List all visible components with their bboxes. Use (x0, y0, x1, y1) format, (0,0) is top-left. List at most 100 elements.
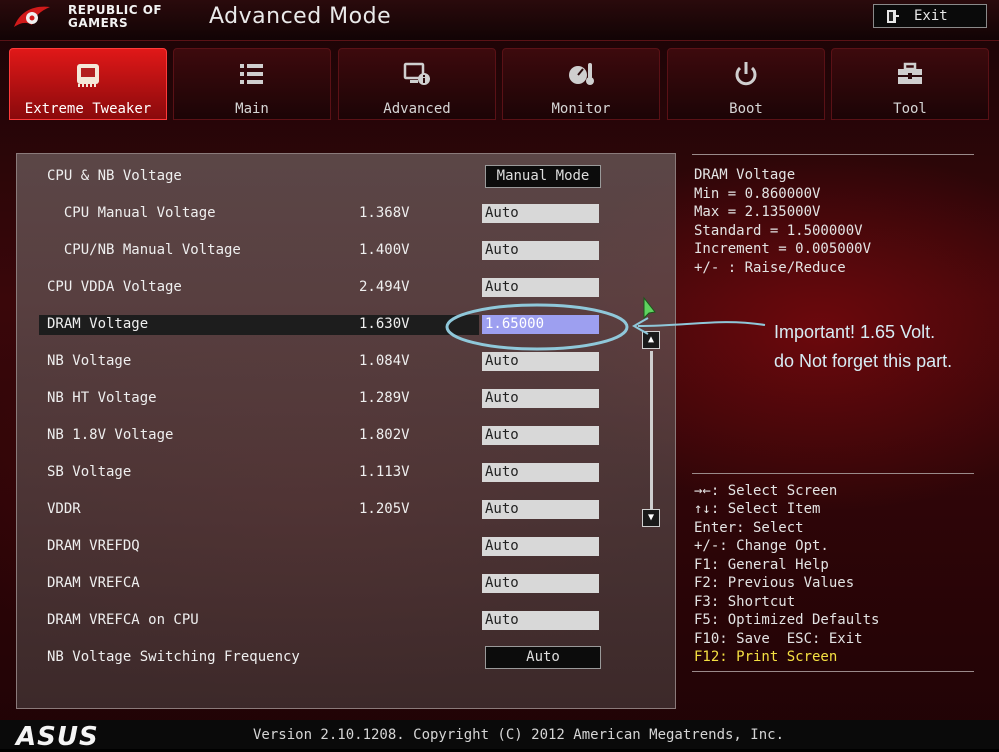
setting-row-cpu-nb-voltage[interactable]: CPU & NB Voltage Manual Mode (17, 165, 657, 190)
tab-advanced[interactable]: Advanced (338, 48, 496, 120)
setting-label: CPU Manual Voltage (47, 205, 216, 221)
tab-main[interactable]: Main (173, 48, 331, 120)
help-divider (692, 154, 974, 155)
scroll-track[interactable] (650, 351, 653, 511)
setting-input[interactable]: Auto (482, 204, 599, 223)
setting-label: NB 1.8V Voltage (47, 427, 174, 443)
setting-label: CPU/NB Manual Voltage (47, 242, 241, 258)
key-hint: Enter: Select (694, 520, 804, 536)
setting-current-value: 1.205V (359, 501, 410, 517)
tab-label: Main (235, 101, 269, 117)
key-hint: F1: General Help (694, 557, 829, 573)
setting-label: NB Voltage (47, 353, 132, 369)
setting-label: NB Voltage Switching Frequency (47, 649, 300, 665)
key-hint: →←: Select Screen (694, 483, 838, 499)
nb-switching-frequency-button[interactable]: Auto (485, 646, 601, 669)
help-divider (692, 671, 974, 672)
exit-door-icon (886, 9, 900, 28)
setting-row[interactable]: DRAM VREFDQ Auto (17, 537, 657, 560)
help-divider (692, 473, 974, 474)
setting-input[interactable]: Auto (482, 389, 599, 408)
setting-input[interactable]: Auto (482, 352, 599, 371)
setting-input[interactable]: Auto (482, 574, 599, 593)
gauge-thermometer-icon (503, 59, 659, 89)
tab-tool[interactable]: Tool (831, 48, 989, 120)
setting-input[interactable]: Auto (482, 426, 599, 445)
tab-label: Extreme Tweaker (24, 101, 152, 117)
version-text: Version 2.10.1208. Copyright (C) 2012 Am… (253, 727, 785, 743)
setting-row[interactable]: CPU/NB Manual Voltage 1.400V Auto (17, 241, 657, 264)
help-line: Min = 0.860000V (694, 186, 821, 202)
ram-chip-icon (10, 59, 166, 89)
setting-row-dram-voltage[interactable]: DRAM Voltage 1.630V 1.65000 (17, 315, 657, 338)
setting-current-value: 1.289V (359, 390, 410, 406)
setting-input[interactable]: Auto (482, 241, 599, 260)
setting-current-value: 1.802V (359, 427, 410, 443)
setting-current-value: 2.494V (359, 279, 410, 295)
setting-label: NB HT Voltage (47, 390, 157, 406)
settings-panel: CPU & NB Voltage Manual Mode CPU Manual … (16, 153, 676, 709)
brand-line-2: GAMERS (68, 16, 129, 30)
exit-button[interactable]: Exit (873, 4, 987, 28)
setting-input[interactable]: Auto (482, 537, 599, 556)
setting-current-value: 1.113V (359, 464, 410, 480)
settings-scrollbar[interactable]: ▲ ▼ (641, 331, 661, 531)
setting-label: CPU & NB Voltage (47, 168, 182, 184)
power-icon (668, 59, 824, 89)
help-line: +/- : Raise/Reduce (694, 260, 846, 276)
main-tabs: Extreme Tweaker Main Advanced Monitor Bo… (0, 46, 999, 122)
setting-row[interactable]: NB 1.8V Voltage 1.802V Auto (17, 426, 657, 449)
key-hint: F10: Save ESC: Exit (694, 631, 863, 647)
asus-logo: ASUS (16, 722, 99, 752)
setting-input[interactable]: Auto (482, 463, 599, 482)
tab-label: Monitor (551, 101, 611, 117)
setting-row[interactable]: NB HT Voltage 1.289V Auto (17, 389, 657, 412)
setting-row[interactable]: NB Voltage 1.084V Auto (17, 352, 657, 375)
rog-logo-icon (14, 6, 50, 27)
list-icon (174, 59, 330, 89)
setting-current-value: 1.368V (359, 205, 410, 221)
setting-current-value: 1.084V (359, 353, 410, 369)
tab-boot[interactable]: Boot (667, 48, 825, 120)
key-hint: F5: Optimized Defaults (694, 612, 880, 628)
setting-row[interactable]: SB Voltage 1.113V Auto (17, 463, 657, 486)
setting-label: DRAM VREFCA on CPU (47, 612, 199, 628)
help-line: Max = 2.135000V (694, 204, 821, 220)
setting-label: VDDR (47, 501, 81, 517)
setting-row[interactable]: CPU Manual Voltage 1.368V Auto (17, 204, 657, 227)
help-line: Increment = 0.005000V (694, 241, 872, 257)
dram-voltage-input[interactable]: 1.65000 (482, 315, 599, 334)
setting-row[interactable]: DRAM VREFCA on CPU Auto (17, 611, 657, 634)
cpu-nb-voltage-mode-button[interactable]: Manual Mode (485, 165, 601, 188)
setting-row[interactable]: VDDR 1.205V Auto (17, 500, 657, 523)
setting-row-nb-voltage-switching-frequency[interactable]: NB Voltage Switching Frequency Auto (17, 646, 657, 671)
toolbox-icon (832, 59, 988, 89)
setting-label: DRAM VREFCA (47, 575, 140, 591)
brand-text: REPUBLIC OF GAMERS (68, 4, 162, 30)
tab-label: Advanced (383, 101, 451, 117)
scroll-up-arrow-icon[interactable]: ▲ (642, 331, 660, 349)
annotation-text-line-1: Important! 1.65 Volt. (774, 322, 936, 342)
scroll-down-arrow-icon[interactable]: ▼ (642, 509, 660, 527)
annotation-text-line-2: do Not forget this part. (774, 351, 953, 371)
tab-label: Boot (729, 101, 763, 117)
key-hint: +/-: Change Opt. (694, 538, 829, 554)
tab-monitor[interactable]: Monitor (502, 48, 660, 120)
monitor-info-icon (339, 59, 495, 89)
setting-current-value: 1.400V (359, 242, 410, 258)
setting-label: DRAM Voltage (47, 316, 149, 332)
setting-label: CPU VDDA Voltage (47, 279, 182, 295)
tab-label: Tool (893, 101, 927, 117)
help-line: Standard = 1.500000V (694, 223, 863, 239)
setting-input[interactable]: Auto (482, 278, 599, 297)
exit-label: Exit (914, 8, 948, 24)
setting-row[interactable]: CPU VDDA Voltage 2.494V Auto (17, 278, 657, 301)
tab-extreme-tweaker[interactable]: Extreme Tweaker (9, 48, 167, 120)
setting-row[interactable]: DRAM VREFCA Auto (17, 574, 657, 597)
help-line: DRAM Voltage (694, 167, 796, 183)
key-hint: F3: Shortcut (694, 594, 796, 610)
setting-input[interactable]: Auto (482, 611, 599, 630)
key-hint: ↑↓: Select Item (694, 501, 821, 517)
setting-input[interactable]: Auto (482, 500, 599, 519)
print-screen-hint[interactable]: F12: Print Screen (694, 648, 837, 667)
